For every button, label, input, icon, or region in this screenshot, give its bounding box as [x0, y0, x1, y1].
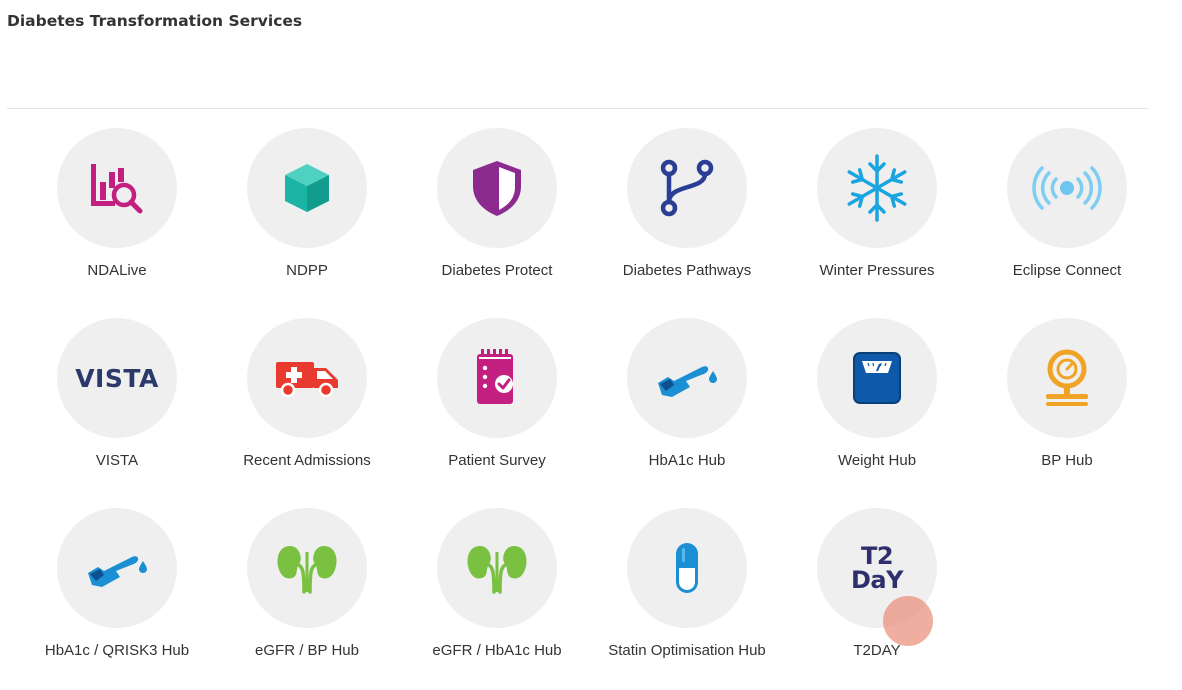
- tile-label: Eclipse Connect: [1012, 262, 1122, 279]
- tile-diabetes-protect[interactable]: Diabetes Protect: [417, 128, 577, 308]
- tile-icon-circle: [247, 318, 367, 438]
- tile-icon-circle: [57, 508, 177, 628]
- tile-hba1c-hub[interactable]: HbA1c Hub: [607, 318, 767, 498]
- tile-icon-circle: [57, 128, 177, 248]
- weighing-scale-icon: [853, 352, 901, 404]
- tile-label: T2DAY: [853, 642, 901, 659]
- tile-icon-circle: [817, 318, 937, 438]
- tile-label: Recent Admissions: [243, 452, 371, 469]
- kidneys-icon: [467, 546, 527, 594]
- tile-icon-circle: [1007, 128, 1127, 248]
- blood-pressure-gauge-icon: [1046, 349, 1088, 406]
- tile-icon-circle: [627, 318, 747, 438]
- tile-ndalive[interactable]: NDALive: [37, 128, 197, 308]
- tile-hba1c-qrisk3-hub[interactable]: HbA1c / QRISK3 Hub: [37, 508, 197, 688]
- vista-logo: VISTA: [75, 363, 159, 393]
- tile-label: Weight Hub: [837, 452, 917, 469]
- shield-icon: [473, 161, 521, 216]
- broadcast-icon: [1032, 166, 1102, 210]
- tile-diabetes-pathways[interactable]: Diabetes Pathways: [607, 128, 767, 308]
- tile-bp-hub[interactable]: BP Hub: [987, 318, 1147, 498]
- tile-egfr-hba1c-hub[interactable]: eGFR / HbA1c Hub: [417, 508, 577, 688]
- tile-icon-circle: VISTA: [57, 318, 177, 438]
- tile-winter-pressures[interactable]: Winter Pressures: [797, 128, 957, 308]
- clipboard-check-icon: [477, 349, 513, 404]
- page-title: Diabetes Transformation Services: [7, 12, 303, 30]
- tile-icon-circle: [627, 128, 747, 248]
- cube-icon: [285, 164, 329, 212]
- snowflake-icon: [847, 154, 907, 222]
- tile-label: NDALive: [87, 262, 147, 279]
- tile-label: eGFR / BP Hub: [255, 642, 359, 659]
- tile-label: NDPP: [286, 262, 328, 279]
- tile-label: HbA1c / QRISK3 Hub: [44, 642, 190, 659]
- tile-icon-circle: [437, 318, 557, 438]
- tile-icon-circle: [247, 508, 367, 628]
- tile-label: Patient Survey: [448, 452, 546, 469]
- tile-patient-survey[interactable]: Patient Survey: [417, 318, 577, 498]
- chart-search-icon: [91, 164, 143, 214]
- t2day-logo: T2 DaY: [851, 542, 904, 594]
- tile-label: Diabetes Protect: [441, 262, 553, 279]
- branch-icon: [660, 159, 714, 217]
- tile-weight-hub[interactable]: Weight Hub: [797, 318, 957, 498]
- capsule-icon: [676, 543, 698, 593]
- tile-label: VISTA: [95, 452, 139, 469]
- t2day-logo-line2: DaY: [851, 566, 904, 594]
- t2day-logo-line1: T2: [860, 542, 894, 570]
- tile-label: Diabetes Pathways: [622, 262, 752, 279]
- tile-label: HbA1c Hub: [648, 452, 726, 469]
- divider: [7, 108, 1148, 109]
- tile-vista[interactable]: VISTA VISTA: [37, 318, 197, 498]
- tile-recent-admissions[interactable]: Recent Admissions: [227, 318, 387, 498]
- tile-label: Statin Optimisation Hub: [608, 642, 766, 659]
- tile-egfr-bp-hub[interactable]: eGFR / BP Hub: [227, 508, 387, 688]
- finger-prick-icon: [88, 556, 147, 587]
- tile-label: eGFR / HbA1c Hub: [432, 642, 562, 659]
- tile-t2day[interactable]: T2 DaY T2DAY: [797, 508, 957, 688]
- tile-icon-circle: [1007, 318, 1127, 438]
- tile-icon-circle: [437, 508, 557, 628]
- tile-icon-circle: [817, 128, 937, 248]
- tile-icon-circle: [627, 508, 747, 628]
- tile-ndpp[interactable]: NDPP: [227, 128, 387, 308]
- tile-icon-circle: [247, 128, 367, 248]
- tile-icon-circle: [437, 128, 557, 248]
- ambulance-icon: [276, 362, 338, 398]
- kidneys-icon: [277, 546, 337, 594]
- click-indicator: [883, 596, 933, 646]
- tile-label: Winter Pressures: [819, 262, 935, 279]
- tile-label: BP Hub: [1041, 452, 1093, 469]
- finger-prick-icon: [658, 366, 717, 397]
- tile-eclipse-connect[interactable]: Eclipse Connect: [987, 128, 1147, 308]
- tile-statin-optimisation-hub[interactable]: Statin Optimisation Hub: [607, 508, 767, 688]
